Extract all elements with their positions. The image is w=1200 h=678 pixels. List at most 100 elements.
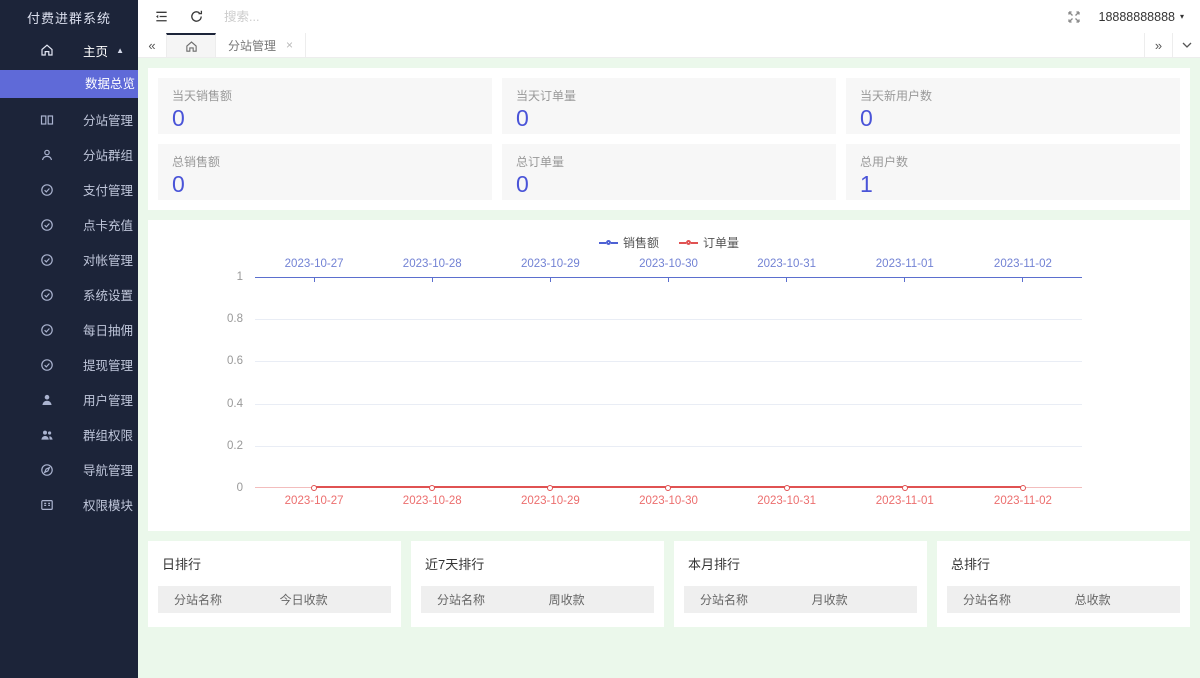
sidebar-item-substation-management[interactable]: 分站管理 [0, 102, 138, 137]
compass-icon [41, 463, 53, 476]
sidebar-item-label: 群组权限 [83, 429, 134, 443]
tabs-menu-button[interactable] [1172, 33, 1200, 57]
stat-card-total-orders: 总订单量 0 [502, 144, 836, 200]
line-marker-icon [598, 240, 618, 245]
header-right: 18888888888 ▾ [1067, 10, 1185, 24]
rank-card-7days: 近7天排行 分站名称 周收款 [411, 541, 664, 627]
rank-card-total: 总排行 分站名称 总收款 [937, 541, 1190, 627]
rank-col-name: 分站名称 [437, 593, 486, 607]
sidebar: 付费进群系统 主页 ▲ 数据总览 分站管理 分站群组 支付管理 点卡充值 对帐管… [0, 0, 138, 678]
sidebar-item-label: 点卡充值 [83, 219, 134, 233]
sidebar-item-label: 分站群组 [83, 149, 134, 163]
x-tick: 2023-11-02 [993, 258, 1052, 270]
sidebar-item-substation-groups[interactable]: 分站群组 [0, 137, 138, 172]
menu-fold-icon[interactable] [154, 9, 169, 24]
rank-col-name: 分站名称 [700, 593, 749, 607]
legend-item-orders[interactable]: 订单量 [679, 234, 739, 251]
shield-check-icon [41, 253, 53, 266]
stat-value: 0 [172, 171, 185, 197]
close-icon[interactable]: × [286, 38, 293, 52]
tab-home[interactable] [166, 33, 216, 57]
sidebar-item-label: 提现管理 [83, 359, 134, 373]
sidebar-item-user-management[interactable]: 用户管理 [0, 382, 138, 417]
main-area: 18888888888 ▾ « 分站管理 × » [138, 0, 1200, 678]
app-title: 付费进群系统 [26, 10, 111, 26]
content-area: 当天销售额 0 当天订单量 0 当天新用户数 0 总销售额 0 总订单量 0 总… [138, 58, 1200, 678]
rank-table-header: 分站名称 月收款 [684, 586, 917, 613]
y-tick: 1 [236, 271, 243, 283]
sidebar-item-group-permissions[interactable]: 群组权限 [0, 417, 138, 452]
orders-data-points [255, 485, 1082, 491]
stat-card-today-orders: 当天订单量 0 [502, 78, 836, 134]
x-axis-labels-bottom: 2023-10-27 2023-10-28 2023-10-29 2023-10… [255, 495, 1082, 507]
sidebar-item-navigation-management[interactable]: 导航管理 [0, 452, 138, 487]
sidebar-item-system-settings[interactable]: 系统设置 [0, 277, 138, 312]
sidebar-item-daily-commission[interactable]: 每日抽佣 [0, 312, 138, 347]
x-tick: 2023-10-27 [284, 258, 344, 270]
legend-item-sales[interactable]: 销售额 [598, 234, 659, 251]
sidebar-item-withdrawal-management[interactable]: 提现管理 [0, 347, 138, 382]
rankings-row: 日排行 分站名称 今日收款 近7天排行 分站名称 周收款 本月排行 分站名称 月… [148, 541, 1190, 627]
stat-value: 1 [860, 171, 873, 197]
sidebar-item-permission-modules[interactable]: 权限模块 [0, 487, 138, 522]
shield-check-icon [41, 288, 53, 301]
rank-table-header: 分站名称 今日收款 [158, 586, 391, 613]
fullscreen-icon[interactable] [1067, 10, 1081, 24]
home-icon [41, 44, 53, 56]
tab-bar-right: » [1144, 33, 1200, 57]
sidebar-item-label: 系统设置 [83, 289, 134, 303]
x-tick: 2023-10-31 [757, 495, 817, 507]
rank-table-header: 分站名称 总收款 [947, 586, 1180, 613]
sidebar-item-payment-management[interactable]: 支付管理 [0, 172, 138, 207]
tabs-scroll-right-button[interactable]: » [1144, 33, 1172, 57]
chart-legend: 销售额 订单量 [148, 234, 1190, 251]
stat-card-today-new-users: 当天新用户数 0 [846, 78, 1180, 134]
rank-card-daily: 日排行 分站名称 今日收款 [148, 541, 401, 627]
rank-title: 近7天排行 [425, 557, 485, 572]
stat-card-total-sales: 总销售额 0 [158, 144, 492, 200]
top-header: 18888888888 ▾ [138, 0, 1200, 33]
shield-check-icon [41, 218, 53, 231]
stat-value: 0 [172, 105, 185, 131]
x-tick: 2023-10-30 [639, 258, 698, 270]
rank-card-month: 本月排行 分站名称 月收款 [674, 541, 927, 627]
x-axis-labels-top: 2023-10-27 2023-10-28 2023-10-29 2023-10… [255, 258, 1082, 270]
rank-col-name: 分站名称 [174, 593, 223, 607]
refresh-icon[interactable] [189, 9, 204, 24]
shield-check-icon [41, 358, 53, 371]
stat-card-total-users: 总用户数 1 [846, 144, 1180, 200]
stat-label: 当天销售额 [172, 89, 233, 103]
sidebar-item-data-overview[interactable]: 数据总览 [0, 70, 138, 98]
chevron-down-icon [1182, 42, 1191, 48]
rank-col-name: 分站名称 [963, 593, 1012, 607]
sidebar-item-card-recharge[interactable]: 点卡充值 [0, 207, 138, 242]
user-account-dropdown[interactable]: 18888888888 ▾ [1099, 10, 1185, 24]
users-icon [41, 430, 53, 440]
sidebar-item-label: 主页 [83, 44, 109, 59]
sidebar-item-label: 权限模块 [83, 499, 134, 513]
sidebar-item-label: 对帐管理 [83, 254, 134, 268]
search-input[interactable] [224, 9, 364, 24]
legend-label: 销售额 [622, 236, 659, 250]
sidebar-item-label: 导航管理 [83, 464, 134, 478]
user-icon [42, 394, 52, 405]
sidebar-item-reconciliation-management[interactable]: 对帐管理 [0, 242, 138, 277]
rank-table-header: 分站名称 周收款 [421, 586, 654, 613]
x-tick: 2023-11-01 [875, 495, 934, 507]
columns-icon [40, 114, 54, 125]
rank-col-amount: 月收款 [811, 593, 848, 607]
x-tick: 2023-10-29 [520, 258, 580, 270]
shield-check-icon [41, 323, 53, 336]
stat-value: 0 [860, 105, 873, 131]
tabs-scroll-left-button[interactable]: « [138, 33, 166, 57]
tab-bar: « 分站管理 × » [138, 33, 1200, 58]
sidebar-item-label: 支付管理 [83, 184, 134, 198]
stat-label: 当天新用户数 [860, 89, 933, 103]
tab-substation-management[interactable]: 分站管理 × [216, 33, 307, 57]
rank-col-amount: 周收款 [548, 593, 585, 607]
y-tick: 0.4 [227, 397, 243, 410]
stat-value: 0 [516, 105, 529, 131]
chevron-down-icon: ▾ [1179, 12, 1184, 21]
user-phone: 18888888888 [1098, 9, 1175, 24]
sidebar-item-home[interactable]: 主页 ▲ [0, 34, 138, 66]
